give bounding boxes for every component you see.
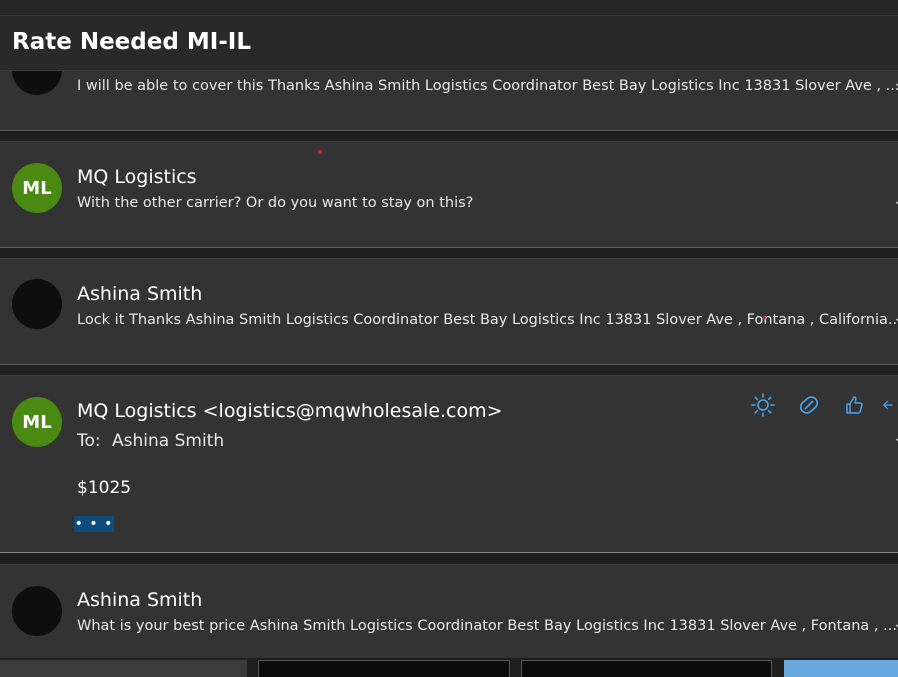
chevron-down-icon: ⌄ bbox=[893, 616, 898, 632]
sender-name: Ashina Smith bbox=[77, 283, 203, 305]
avatar bbox=[12, 586, 62, 636]
message-card-collapsed[interactable]: ML MQ Logistics With the other carrier? … bbox=[0, 141, 898, 248]
thumbs-up-icon[interactable] bbox=[839, 390, 869, 420]
thread-subject: Rate Needed MI-IL bbox=[12, 29, 252, 55]
show-more-button[interactable]: • • • bbox=[74, 516, 114, 532]
avatar: ML bbox=[12, 397, 62, 447]
sender-name: MQ Logistics bbox=[77, 166, 197, 188]
message-preview: Lock it Thanks Ashina Smith Logistics Co… bbox=[77, 312, 898, 328]
to-label: To: bbox=[77, 431, 101, 451]
taskbar-tab[interactable] bbox=[0, 660, 247, 677]
message-body: $1025 bbox=[77, 478, 132, 498]
taskbar-tab[interactable] bbox=[521, 660, 772, 677]
subject-header: Rate Needed MI-IL bbox=[0, 16, 898, 71]
message-card-collapsed[interactable]: Ashina Smith Lock it Thanks Ashina Smith… bbox=[0, 258, 898, 365]
recipient-line: To: Ashina Smith bbox=[77, 431, 224, 451]
sender-name: Ashina Smith bbox=[77, 589, 203, 611]
message-preview: With the other carrier? Or do you want t… bbox=[77, 195, 474, 211]
reply-icon[interactable] bbox=[880, 390, 898, 420]
unread-dot bbox=[318, 150, 322, 154]
sun-icon[interactable] bbox=[748, 390, 778, 420]
taskbar-tab[interactable] bbox=[258, 660, 510, 677]
recipient-name[interactable]: Ashina Smith bbox=[112, 431, 224, 451]
reading-pane: Rate Needed MI-IL I will be able to cove… bbox=[0, 0, 898, 677]
chevron-down-icon: ⌄ bbox=[893, 193, 898, 209]
chevron-down-icon: ⌄ bbox=[893, 430, 898, 446]
cursor-dot bbox=[763, 316, 766, 319]
sender-name: MQ Logistics <logistics@mqwholesale.com> bbox=[77, 400, 503, 422]
bottom-taskbar bbox=[0, 658, 898, 677]
window-top-strip bbox=[0, 0, 898, 16]
message-preview: I will be able to cover this Thanks Ashi… bbox=[77, 78, 898, 94]
avatar: ML bbox=[12, 163, 62, 213]
taskbar-tab-active[interactable] bbox=[784, 660, 898, 677]
loop-icon[interactable] bbox=[794, 390, 824, 420]
message-card-collapsed[interactable]: Ashina Smith What is your best price Ash… bbox=[0, 564, 898, 658]
chevron-down-icon: ⌄ bbox=[893, 310, 898, 326]
message-card-expanded: ML MQ Logistics <logistics@mqwholesale.c… bbox=[0, 375, 898, 553]
avatar bbox=[12, 279, 62, 329]
chevron-down-icon: ⌄ bbox=[893, 75, 898, 91]
message-preview: What is your best price Ashina Smith Log… bbox=[77, 618, 897, 634]
